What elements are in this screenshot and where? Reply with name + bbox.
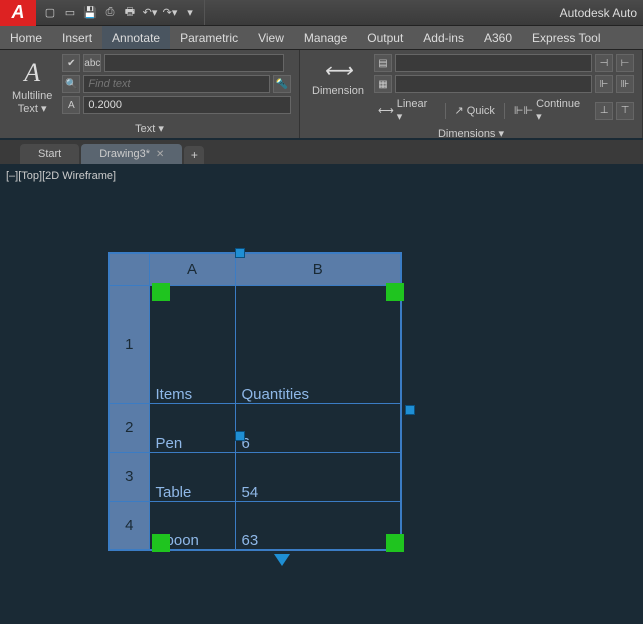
- cell-B4[interactable]: 63: [235, 501, 401, 550]
- cell-B1[interactable]: Quantities: [235, 285, 401, 403]
- tab-parametric[interactable]: Parametric: [170, 26, 248, 49]
- tab-a360[interactable]: A360: [474, 26, 522, 49]
- tab-annotate[interactable]: Annotate: [102, 26, 170, 49]
- qat-more-icon[interactable]: ▾: [182, 5, 198, 21]
- close-icon[interactable]: ✕: [156, 149, 164, 160]
- undo-icon[interactable]: ↶▾: [142, 5, 158, 21]
- dimension-label: Dimension: [312, 85, 364, 98]
- grip-corner-tl[interactable]: [152, 283, 170, 301]
- open-icon[interactable]: ▭: [62, 5, 78, 21]
- grip-corner-bl[interactable]: [152, 534, 170, 552]
- abc-icon[interactable]: abc: [83, 54, 101, 72]
- dim-opt4-icon[interactable]: ⊪: [616, 75, 634, 93]
- text-height-input[interactable]: [83, 96, 291, 114]
- dim-opt5-icon[interactable]: ⊥: [595, 102, 613, 120]
- ribbon-tabs: Home Insert Annotate Parametric View Man…: [0, 26, 643, 50]
- dim-style-icon[interactable]: ▤: [374, 54, 392, 72]
- new-icon[interactable]: ▢: [42, 5, 58, 21]
- grip-column-top[interactable]: [235, 248, 245, 258]
- cell-A1[interactable]: Items: [149, 285, 235, 403]
- cell-A3[interactable]: Table: [149, 452, 235, 501]
- app-title: Autodesk Auto: [205, 6, 643, 20]
- tab-home[interactable]: Home: [0, 26, 52, 49]
- find-icon[interactable]: 🔍: [62, 75, 80, 93]
- text-A-icon: A: [24, 58, 40, 88]
- multiline-text-button[interactable]: A MultilineText ▾: [8, 54, 56, 120]
- grip-bottom-arrow[interactable]: [274, 554, 290, 566]
- save-icon[interactable]: 💾: [82, 5, 98, 21]
- dim-opt1-icon[interactable]: ⊣: [595, 54, 613, 72]
- row-header-4[interactable]: 4: [109, 501, 149, 550]
- file-tabs: Start Drawing3* ✕ +: [0, 140, 643, 164]
- find-go-icon[interactable]: 🔦: [273, 75, 291, 93]
- saveas-icon[interactable]: ⎙: [102, 5, 118, 21]
- linear-button[interactable]: ⟷ Linear ▾: [374, 96, 440, 125]
- text-height-icon[interactable]: A: [62, 96, 80, 114]
- tab-express[interactable]: Express Tool: [522, 26, 610, 49]
- dimension-button[interactable]: ⟷ Dimension: [308, 54, 368, 102]
- tab-output[interactable]: Output: [357, 26, 413, 49]
- text-panel-label[interactable]: Text ▾: [8, 120, 291, 135]
- dimensions-panel-label[interactable]: Dimensions ▾: [308, 125, 634, 140]
- redo-icon[interactable]: ↷▾: [162, 5, 178, 21]
- tab-manage[interactable]: Manage: [294, 26, 357, 49]
- dim-opt2-icon[interactable]: ⊢: [616, 54, 634, 72]
- grip-edge-right[interactable]: [405, 405, 415, 415]
- dim-style-dropdown[interactable]: [395, 54, 592, 72]
- tab-start[interactable]: Start: [20, 144, 79, 164]
- view-controls[interactable]: [–][Top][2D Wireframe]: [6, 170, 116, 182]
- multiline-text-label: MultilineText ▾: [12, 90, 52, 116]
- col-header-B[interactable]: B: [235, 253, 401, 285]
- abc-check-icon[interactable]: ✔: [62, 54, 80, 72]
- tab-addins[interactable]: Add-ins: [413, 26, 474, 49]
- titlebar: A ▢ ▭ 💾 ⎙ 🖶 ↶▾ ↷▾ ▾ Autodesk Auto: [0, 0, 643, 26]
- tab-view[interactable]: View: [248, 26, 294, 49]
- row-header-2[interactable]: 2: [109, 403, 149, 452]
- cell-B2[interactable]: 6: [235, 403, 401, 452]
- row-header-3[interactable]: 3: [109, 452, 149, 501]
- app-logo[interactable]: A: [0, 0, 36, 26]
- tab-insert[interactable]: Insert: [52, 26, 102, 49]
- plot-icon[interactable]: 🖶: [122, 5, 138, 21]
- grip-corner-br[interactable]: [386, 534, 404, 552]
- grip-corner-tr[interactable]: [386, 283, 404, 301]
- col-header-A[interactable]: A: [149, 253, 235, 285]
- drawing-canvas[interactable]: [–][Top][2D Wireframe] A B 1 Items Quant…: [0, 164, 643, 624]
- quick-button[interactable]: ↗ Quick: [451, 102, 499, 119]
- cell-A2[interactable]: Pen: [149, 403, 235, 452]
- table-corner[interactable]: [109, 253, 149, 285]
- dimension-icon: ⟷: [324, 58, 353, 83]
- cell-B3[interactable]: 54: [235, 452, 401, 501]
- dim-layer-icon[interactable]: ▦: [374, 75, 392, 93]
- text-style-dropdown[interactable]: [104, 54, 284, 72]
- find-input[interactable]: [83, 75, 270, 93]
- quick-access-toolbar: ▢ ▭ 💾 ⎙ 🖶 ↶▾ ↷▾ ▾: [36, 0, 205, 25]
- grip-row-break[interactable]: [235, 431, 245, 441]
- dim-opt3-icon[interactable]: ⊩: [595, 75, 613, 93]
- row-header-1[interactable]: 1: [109, 285, 149, 403]
- dim-opt6-icon[interactable]: ⊤: [616, 102, 634, 120]
- dim-layer-dropdown[interactable]: [395, 75, 592, 93]
- continue-button[interactable]: ⊩⊩ Continue ▾: [510, 96, 592, 125]
- tab-drawing3[interactable]: Drawing3* ✕: [81, 144, 182, 164]
- ribbon: A MultilineText ▾ ✔ abc 🔍 🔦 A: [0, 50, 643, 140]
- add-tab-button[interactable]: +: [184, 146, 204, 164]
